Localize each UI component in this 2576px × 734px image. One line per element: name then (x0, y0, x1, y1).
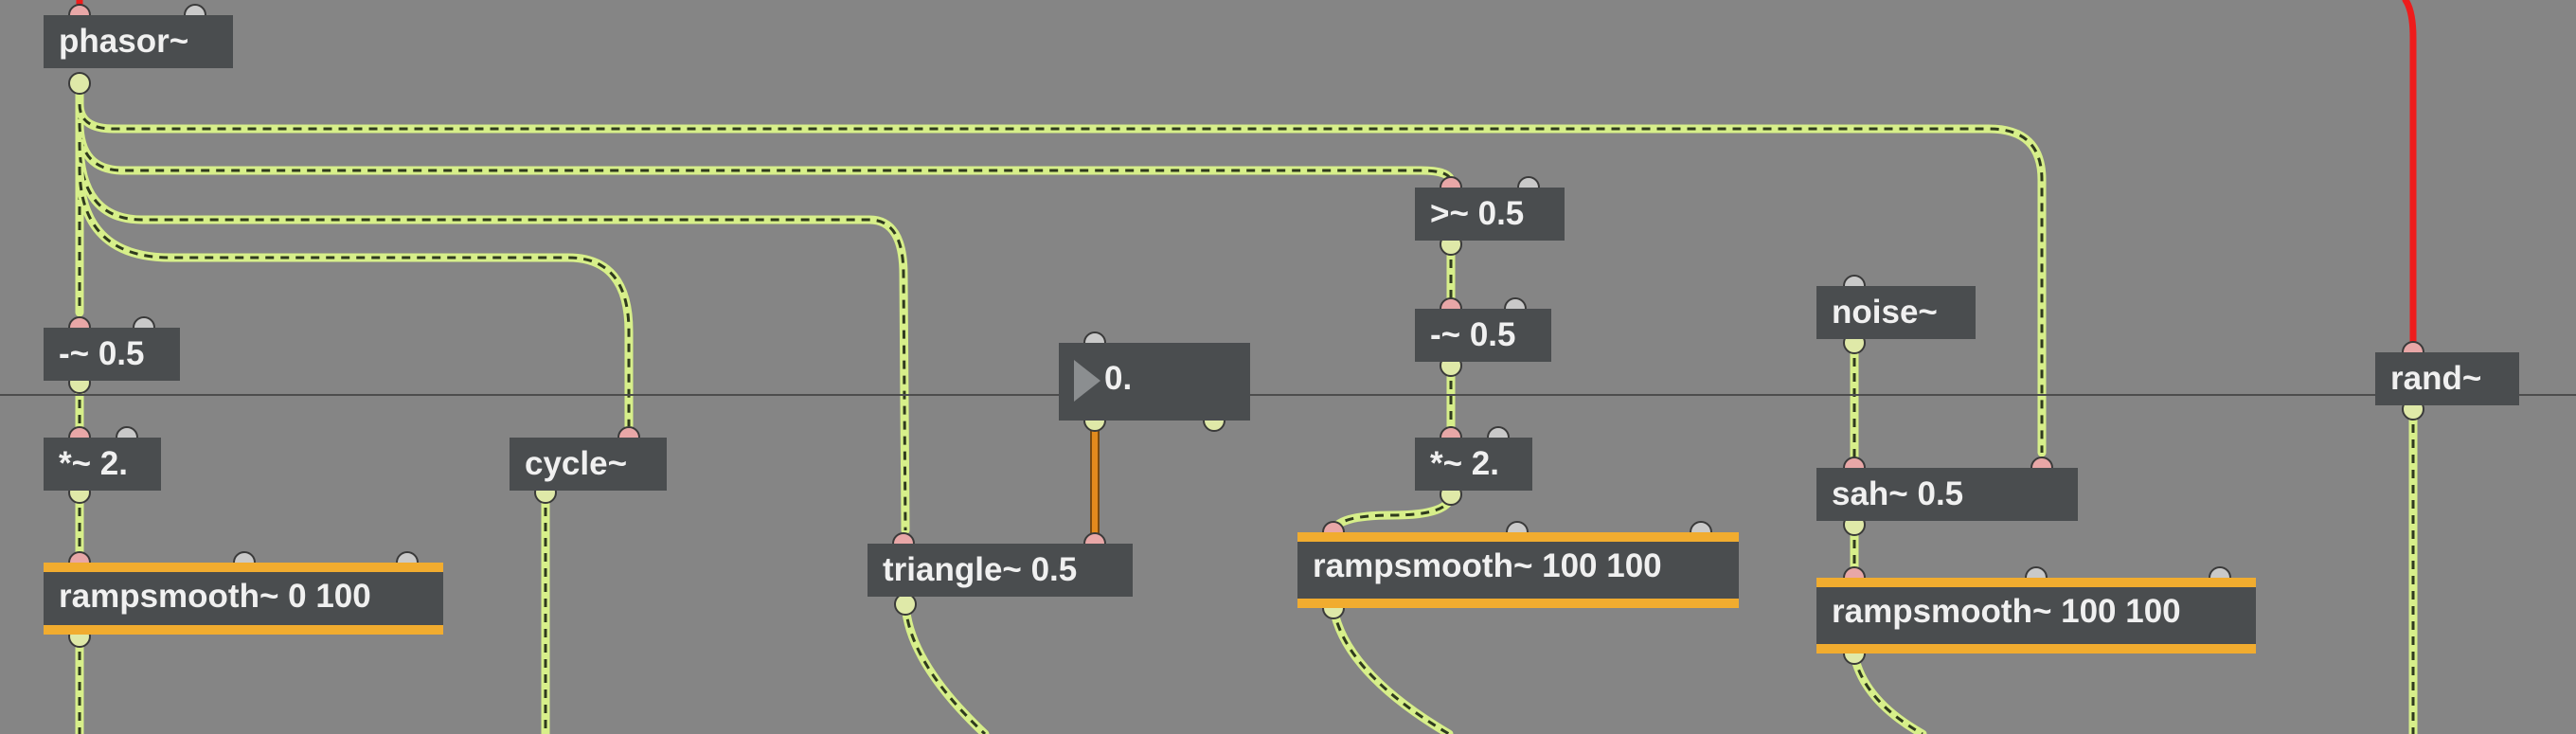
greater-equal-object[interactable]: >~ 0.5 (1415, 188, 1565, 241)
triangle-outlet (894, 593, 917, 616)
cord-rs3-out (1850, 651, 1927, 734)
phasor-object[interactable]: phasor~ (44, 15, 233, 68)
cord-phasor-to-cycle (75, 162, 634, 431)
cord-mul2-to-rs2 (1329, 490, 1456, 537)
sah-object[interactable]: sah~ 0.5 (1816, 468, 2078, 521)
cycle-object[interactable]: cycle~ (510, 438, 667, 491)
subtract-object-2[interactable]: -~ 0.5 (1415, 309, 1551, 362)
number-box[interactable]: 0. (1059, 343, 1250, 421)
noise-object[interactable]: noise~ (1816, 286, 1976, 339)
cord-rs2-out-dash (1332, 607, 1450, 734)
cord-phasor-to-triangle (75, 137, 910, 535)
cord-into-rand (2402, 0, 2417, 350)
cord-rs3-out-dash (1852, 654, 1923, 734)
rand-object[interactable]: rand~ (2375, 352, 2519, 405)
multiply-object-1[interactable]: *~ 2. (44, 438, 161, 491)
cord-phasor-to-triangle-dash (78, 141, 907, 531)
number-box-value: 0. (1104, 360, 1133, 397)
rampsmooth-object-2[interactable]: rampsmooth~ 100 100 (1297, 532, 1739, 608)
triangle-object[interactable]: triangle~ 0.5 (868, 544, 1133, 597)
rampsmooth-object-3[interactable]: rampsmooth~ 100 100 (1816, 578, 2256, 653)
cord-rs2-out (1329, 603, 1454, 734)
rampsmooth-object-1[interactable]: rampsmooth~ 0 100 (44, 563, 443, 635)
phasor-outlet (68, 72, 91, 95)
cord-phasor-to-cycle-dash (78, 166, 631, 426)
cord-triangle-out (901, 600, 990, 734)
number-box-triangle-icon (1074, 360, 1100, 402)
multiply-object-2[interactable]: *~ 2. (1415, 438, 1532, 491)
subtract-object-1[interactable]: -~ 0.5 (44, 328, 180, 381)
cord-triangle-out-dash (903, 603, 987, 734)
canvas-divider-line (0, 394, 2576, 396)
